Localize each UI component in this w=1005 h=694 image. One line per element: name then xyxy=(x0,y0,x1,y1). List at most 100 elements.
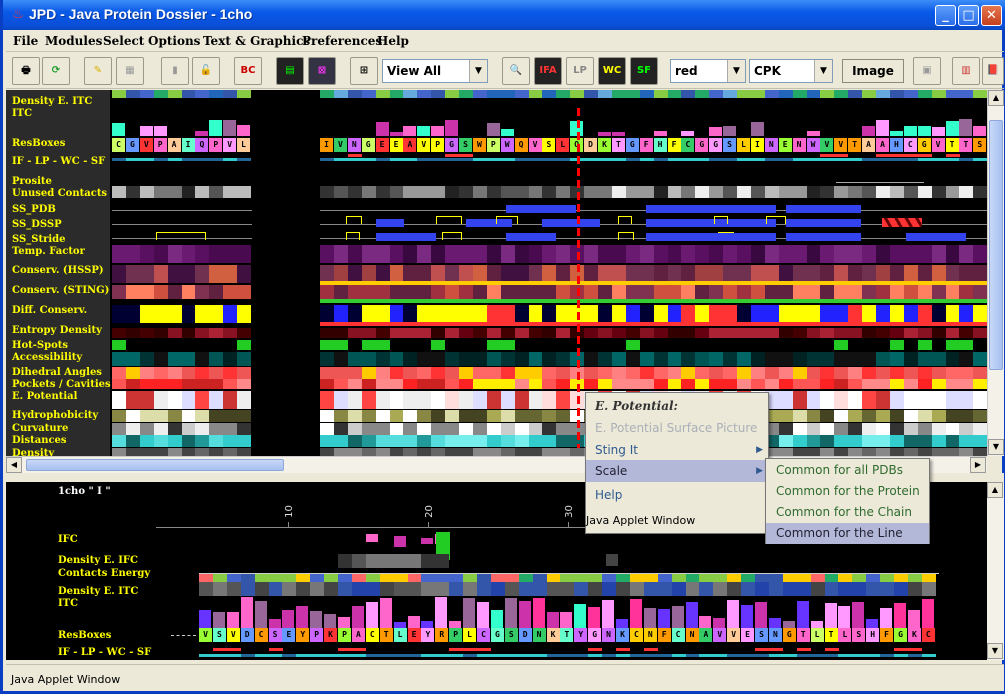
accessibility-cell xyxy=(112,352,126,366)
density-cell xyxy=(320,90,334,98)
chart-icon[interactable]: ▥ xyxy=(952,57,980,85)
track-label[interactable]: Density xyxy=(12,448,54,456)
scroll-right-icon[interactable]: ▶ xyxy=(970,457,986,473)
chain-track-label[interactable]: IFC xyxy=(58,534,78,545)
track-label[interactable]: Distances xyxy=(12,435,67,446)
menu-modules[interactable]: Modules xyxy=(45,34,102,48)
scroll-up-icon[interactable]: ▲ xyxy=(988,90,1004,106)
hotspot-cell xyxy=(486,340,501,350)
track-label[interactable]: Prosite xyxy=(12,176,52,187)
render-select[interactable]: CPK ▼ xyxy=(749,59,833,83)
track-label[interactable]: ResBoxes xyxy=(12,138,65,149)
vertical-scroll-thumb[interactable] xyxy=(989,120,1003,370)
track-label[interactable]: Dihedral Angles xyxy=(12,367,102,378)
color-select[interactable]: red ▼ xyxy=(670,59,746,83)
interface-mark xyxy=(667,158,682,161)
select-region-icon[interactable]: ⊠ xyxy=(308,57,336,85)
eraser-icon[interactable]: ✎ xyxy=(84,57,112,85)
phone-disabled-icon[interactable]: ▮ xyxy=(161,57,189,85)
track-label[interactable]: Curvature xyxy=(12,423,68,434)
submenu-item-line[interactable]: Common for the Line xyxy=(766,523,929,544)
submenu-item-chain[interactable]: Common for the Chain xyxy=(766,502,929,523)
menu-text-graphics[interactable]: Text & Graphics xyxy=(203,34,310,48)
hydrophobicity-cell xyxy=(528,410,543,422)
minimize-button[interactable]: _ xyxy=(935,5,956,26)
track-canvas[interactable]: CGVPAIQPVLIVNGEEAVPGSWPWQVSLQDKTGFHFCGGS… xyxy=(6,90,987,456)
chain-track-label[interactable]: Density E. IFC xyxy=(58,555,138,566)
zoom-icon[interactable]: 🔍 xyxy=(502,57,530,85)
contact-cell xyxy=(750,186,765,198)
entropy-cell xyxy=(959,328,974,338)
track-label[interactable]: Hydrophobicity xyxy=(12,410,98,421)
track-label[interactable]: Accessibility xyxy=(12,352,82,363)
ifc-block xyxy=(606,554,618,566)
title-bar[interactable]: ♨ JPD - Java Protein Dossier - 1cho _ □ … xyxy=(3,0,1005,30)
track-label[interactable]: Temp. Factor xyxy=(12,246,85,257)
unlock-icon[interactable]: 🔓 xyxy=(192,57,220,85)
scroll-down-icon[interactable]: ▼ xyxy=(987,643,1003,659)
maximize-button[interactable]: □ xyxy=(958,5,979,26)
track-label[interactable]: SS_DSSP xyxy=(12,219,62,230)
track-label[interactable]: SS_PDB xyxy=(12,204,56,215)
track-label[interactable]: ITC xyxy=(12,108,32,119)
submenu-item-protein[interactable]: Common for the Protein xyxy=(766,481,929,502)
pocket-cell xyxy=(945,379,960,389)
menu-help[interactable]: Help xyxy=(377,34,409,48)
submenu-item-all-pdbs[interactable]: Common for all PDBs xyxy=(766,460,929,481)
view-mode-select[interactable]: View All ▼ xyxy=(382,59,488,83)
grid-disabled-icon[interactable]: ▦ xyxy=(116,57,144,85)
chain-track-label[interactable]: IF - LP - WC - SF xyxy=(58,647,151,658)
protein-track-pane[interactable]: CGVPAIQPVLIVNGEEAVPGSWPWQVSLQDKTGFHFCGGS… xyxy=(6,90,987,456)
save-disabled-icon[interactable]: ▣ xyxy=(913,57,941,85)
menu-item-help[interactable]: Help xyxy=(586,484,768,506)
track-label[interactable]: SS_Stride xyxy=(12,234,66,245)
track-label[interactable]: Conserv. (HSSP) xyxy=(12,265,104,276)
track-label[interactable]: Entropy Density xyxy=(12,325,102,336)
wc-icon[interactable]: WC xyxy=(598,57,626,85)
image-button[interactable]: Image xyxy=(842,59,904,83)
ifa-icon[interactable]: IFA xyxy=(534,57,562,85)
sting-cell xyxy=(361,285,376,299)
track-label[interactable]: Conserv. (STING) xyxy=(12,285,109,296)
print-icon[interactable]: 🖶 xyxy=(12,57,40,85)
bc-icon[interactable]: BC xyxy=(234,57,262,85)
menu-item-scale[interactable]: Scale ▶ xyxy=(586,460,768,482)
track-label[interactable]: Hot-Spots xyxy=(12,340,68,351)
scroll-left-icon[interactable]: ◀ xyxy=(6,457,22,473)
vertical-scrollbar[interactable]: ▲ ▼ xyxy=(987,90,1004,456)
chain-track-label[interactable]: ResBoxes xyxy=(58,630,111,641)
refresh-icon[interactable]: ⟳ xyxy=(42,57,70,85)
scroll-down-icon[interactable]: ▼ xyxy=(988,439,1004,455)
scroll-up-icon[interactable]: ▲ xyxy=(987,482,1003,498)
residue-box: Q xyxy=(514,138,528,152)
horizontal-scroll-thumb[interactable] xyxy=(26,459,284,471)
chain-track-label[interactable]: ITC xyxy=(58,598,78,609)
track-label[interactable]: IF - LP - WC - SF xyxy=(12,156,105,167)
chain-track-label[interactable]: Density E. ITC xyxy=(58,586,138,597)
track-label[interactable]: Unused Contacts xyxy=(12,188,107,199)
menu-select[interactable]: Select xyxy=(103,34,144,48)
density-bottom-cell xyxy=(333,448,348,456)
track-label[interactable]: Density E. ITC xyxy=(12,96,92,107)
accessibility-cell xyxy=(598,352,612,366)
track-label[interactable]: Pockets / Cavities xyxy=(12,379,111,390)
book-icon[interactable]: 📕 xyxy=(982,57,1004,85)
view-grid-icon[interactable]: ⊞ xyxy=(350,57,378,85)
sf-icon[interactable]: SF xyxy=(630,57,658,85)
menu-file[interactable]: File xyxy=(13,34,38,48)
scale-submenu: Common for all PDBs Common for the Prote… xyxy=(765,458,930,544)
color-bars-icon[interactable]: ▤ xyxy=(276,57,304,85)
close-button[interactable]: ✕ xyxy=(981,5,1002,26)
track-label[interactable]: E. Potential xyxy=(12,391,77,402)
itc-stack xyxy=(365,602,378,628)
menu-options[interactable]: Options xyxy=(148,34,200,48)
menu-item-surface-picture[interactable]: E. Potential Surface Picture xyxy=(586,417,768,439)
density-itc-cell xyxy=(240,574,255,582)
menu-item-sting-it[interactable]: Sting It ▶ xyxy=(586,439,768,461)
density-bottom-cell xyxy=(459,448,473,456)
menu-preferences[interactable]: Preferences xyxy=(302,34,382,48)
chain-vertical-scrollbar[interactable]: ▲ ▼ xyxy=(987,482,1004,660)
lp-icon[interactable]: LP xyxy=(566,57,594,85)
track-label[interactable]: Diff. Conserv. xyxy=(12,305,87,316)
chain-track-label[interactable]: Contacts Energy xyxy=(58,568,150,579)
